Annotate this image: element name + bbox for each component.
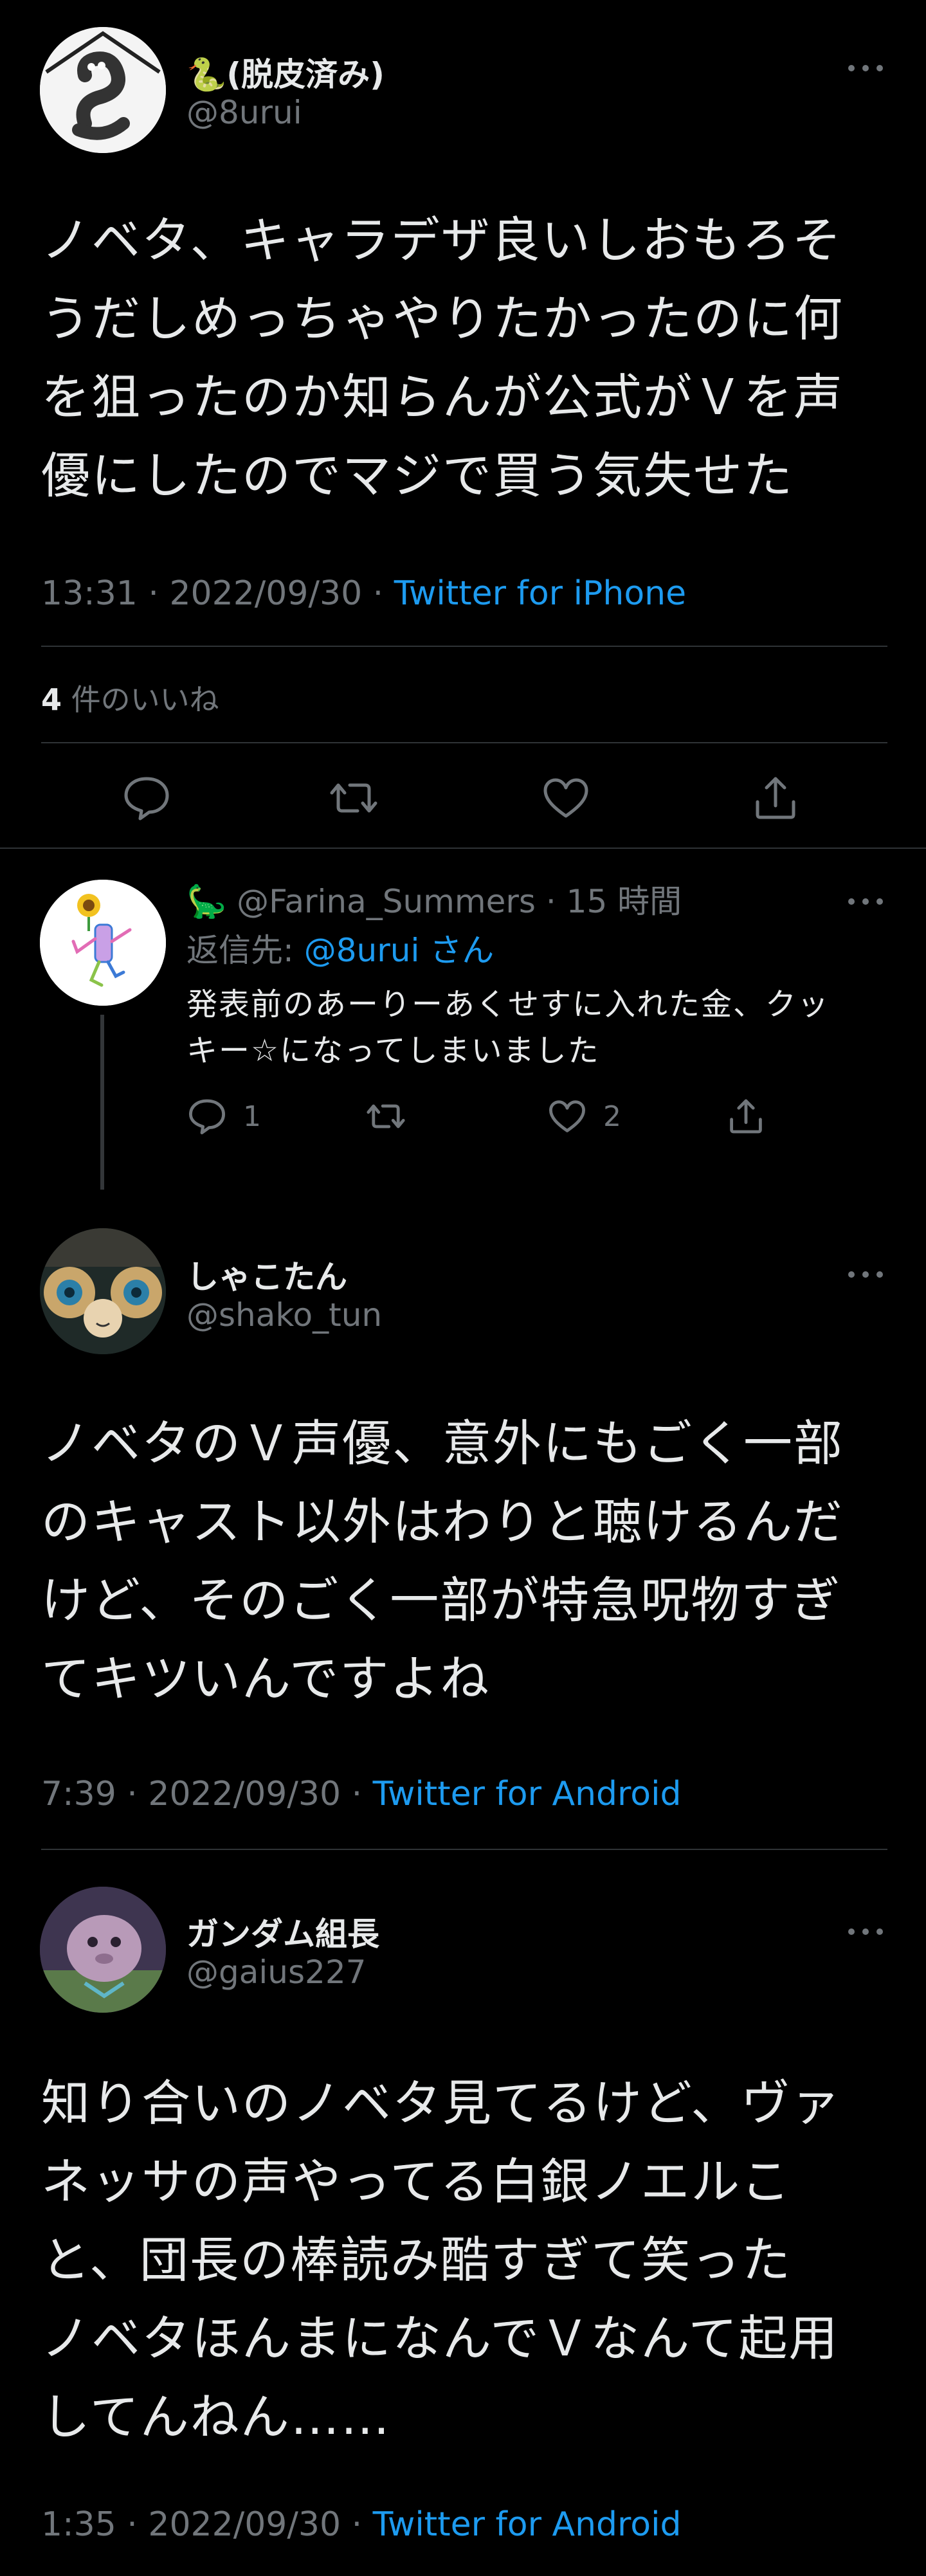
more-icon[interactable] (846, 1924, 885, 1939)
tweet-timestamp: 13:31 · 2022/09/30 · Twitter for iPhone (41, 574, 686, 613)
handle[interactable]: @shako_tun (186, 1296, 382, 1334)
divider (41, 742, 887, 743)
tweet-text: 知り合いのノベタ見てるけど、ヴァ ネッサの声やってる白銀ノエルこ と、団長の棒読… (41, 2074, 842, 2445)
tweet-timestamp: 1:35 · 2022/09/30 · Twitter for Android (41, 2505, 682, 2544)
character-avatar-image (40, 1228, 166, 1354)
avatar[interactable] (40, 1887, 166, 2013)
share-action[interactable] (725, 1096, 767, 1137)
avatar[interactable] (40, 880, 166, 1006)
more-icon[interactable] (846, 60, 885, 76)
like-count: 2 (603, 1100, 621, 1133)
display-name[interactable]: しゃこたん (186, 1251, 347, 1298)
timestamp-text[interactable]: 1:35 · 2022/09/30 · (41, 2505, 373, 2544)
display-name[interactable]: 🦕 (186, 883, 226, 920)
reply-text: 発表前のあーりーあくせすに入れた金、クッ キー☆になってしまいました (186, 986, 830, 1069)
snake-avatar-image (40, 27, 166, 153)
divider (41, 1849, 887, 1850)
avatar[interactable] (40, 27, 166, 153)
tweet-text: ノベタのＶ声優、意外にもごく一部 のキャスト以外はわりと聴けるんだ けど、そのご… (41, 1415, 844, 1707)
tweet-gaius[interactable]: ガンダム組長 @gaius227 知り合いのノベタ見てるけど、ヴァ ネッサの声や… (0, 1852, 926, 2576)
retweet-icon[interactable] (328, 772, 379, 824)
reply-to-handle[interactable]: @8urui (304, 932, 420, 969)
more-icon[interactable] (846, 1267, 885, 1282)
reply-tweet[interactable]: 🦕 @Farina_Summers · 15 時間 返信先: @8urui さん… (0, 849, 926, 1196)
reply-to-label: 返信先: (186, 932, 304, 969)
avatar[interactable] (40, 1228, 166, 1354)
reply-action[interactable]: 1 (186, 1096, 261, 1137)
tweet-timestamp: 7:39 · 2022/09/30 · Twitter for Android (41, 1775, 682, 1813)
thread-line (100, 1015, 104, 1190)
display-name[interactable]: 🐍(脱皮済み) (186, 49, 385, 95)
handle-time[interactable]: @Farina_Summers · 15 時間 (226, 883, 682, 920)
likes-count: 4 (41, 682, 62, 717)
tweet-text: ノベタ、キャラデザ良いしおもろそ うだしめっちゃやりたかったのに何 を狙ったのか… (41, 212, 844, 504)
like-action[interactable]: 2 (547, 1096, 621, 1137)
cactuar-avatar-image (40, 880, 166, 1006)
timestamp-text[interactable]: 7:39 · 2022/09/30 · (41, 1775, 373, 1813)
reply-to: 返信先: @8urui さん (186, 925, 494, 971)
likes-summary[interactable]: 4 件のいいね (41, 676, 219, 719)
tweet-shako[interactable]: しゃこたん @shako_tun ノベタのＶ声優、意外にもごく一部 のキャスト以… (0, 1196, 926, 1852)
divider (41, 646, 887, 647)
display-name[interactable]: ガンダム組長 (186, 1909, 379, 1955)
more-icon[interactable] (846, 894, 885, 909)
handle[interactable]: @8urui (186, 94, 302, 131)
handle[interactable]: @gaius227 (186, 1954, 366, 1991)
retweet-action[interactable] (365, 1096, 406, 1137)
creature-avatar-image (40, 1887, 166, 2013)
reply-count: 1 (243, 1100, 261, 1133)
retweet-icon (367, 1104, 405, 1129)
reply-icon (189, 1099, 225, 1134)
source-link[interactable]: Twitter for iPhone (394, 574, 686, 613)
share-icon[interactable] (750, 772, 801, 824)
like-icon[interactable] (540, 772, 592, 824)
source-link[interactable]: Twitter for Android (373, 2505, 682, 2544)
like-icon (549, 1100, 585, 1132)
reply-to-suffix: さん (419, 932, 495, 969)
source-link[interactable]: Twitter for Android (373, 1775, 682, 1813)
reply-header: 🦕 @Farina_Summers · 15 時間 (186, 876, 682, 922)
reply-icon[interactable] (121, 772, 172, 824)
share-icon (730, 1099, 762, 1134)
timestamp-text[interactable]: 13:31 · 2022/09/30 · (41, 574, 394, 613)
main-tweet: 🐍(脱皮済み) @8urui ノベタ、キャラデザ良いしおもろそ うだしめっちゃや… (0, 0, 926, 849)
likes-label: 件のいいね (62, 682, 219, 717)
